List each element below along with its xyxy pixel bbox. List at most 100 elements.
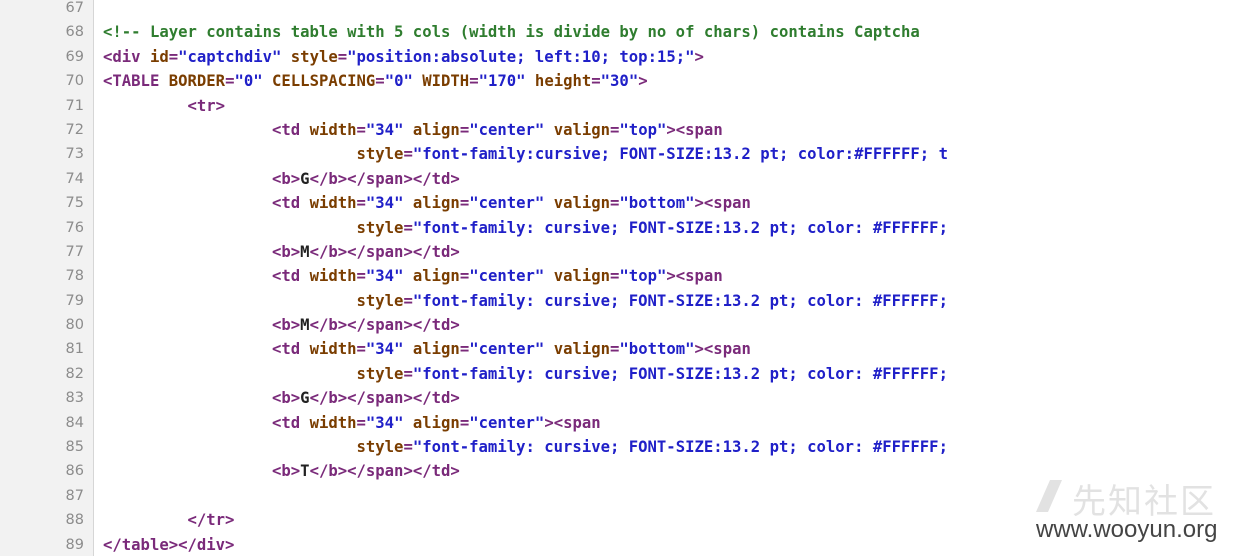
code-line: 86 <b>T</b></span></td> [0, 459, 1250, 483]
code-token: id [149, 47, 169, 66]
code-token: ><span [666, 267, 723, 286]
code-token: </b></span></td> [309, 316, 460, 335]
code-token: BORDER [168, 72, 226, 91]
line-number: 86 [65, 463, 84, 480]
code-line: 71 <tr> [0, 94, 1250, 118]
line-number: 89 [65, 536, 84, 553]
code-text: <td width="34" align="center" valign="to… [103, 118, 723, 142]
code-text: style="font-family: cursive; FONT-SIZE:1… [103, 289, 948, 313]
code-token: <!-- Layer contains table with 5 cols (w… [103, 23, 920, 42]
code-token: width [309, 194, 357, 213]
code-token: <td [272, 340, 310, 359]
code-token: "34" [365, 194, 404, 213]
line-number: 72 [65, 121, 84, 138]
code-token: "34" [365, 340, 404, 359]
code-text: <b>G</b></span></td> [103, 386, 460, 410]
code-token: = [610, 267, 620, 286]
code-token: </b></span></td> [309, 169, 460, 188]
code-token: <td [272, 194, 310, 213]
code-line: 76 style="font-family: cursive; FONT-SIZ… [0, 216, 1250, 240]
code-token: "font-family: cursive; FONT-SIZE:13.2 pt… [412, 438, 948, 457]
code-text: style="font-family: cursive; FONT-SIZE:1… [103, 435, 948, 459]
code-token: </table></div> [103, 535, 235, 554]
code-text: <td width="34" align="center" valign="bo… [103, 337, 751, 361]
code-token: WIDTH [412, 72, 470, 91]
code-token: <TABLE [103, 72, 169, 91]
code-token: = [610, 194, 620, 213]
code-token: ><span [544, 413, 601, 432]
code-token: = [356, 413, 366, 432]
code-token: <b> [272, 169, 301, 188]
code-token: = [459, 194, 470, 213]
code-token: width [309, 340, 357, 359]
code-text: style="font-family: cursive; FONT-SIZE:1… [103, 216, 947, 240]
code-token: = [459, 413, 470, 432]
code-token: "font-family: cursive; FONT-SIZE:13.2 pt… [412, 364, 948, 383]
code-token: <tr> [187, 96, 226, 115]
code-token: <td [272, 267, 310, 286]
code-token: = [403, 218, 413, 237]
line-number: 88 [65, 512, 84, 529]
code-token: = [356, 267, 366, 286]
code-lines: 67 68 <!-- Layer contains table with 5 col… [0, 0, 1250, 556]
line-number: 85 [65, 439, 84, 456]
code-text: <b>G</b></span></td> [103, 167, 460, 191]
line-number: 73 [65, 146, 84, 163]
code-token: valign [544, 340, 611, 359]
code-line: 87 [0, 484, 1250, 508]
code-token: > [694, 47, 704, 66]
code-text: <TABLE BORDER="0" CELLSPACING="0" WIDTH=… [103, 69, 648, 93]
code-token: "font-family: cursive; FONT-SIZE:13.2 pt… [412, 291, 948, 310]
code-text: <b>M</b></span></td> [103, 313, 460, 337]
code-token: </b></span></td> [309, 389, 460, 408]
line-number: 74 [65, 170, 84, 187]
code-text: <!-- Layer contains table with 5 cols (w… [103, 20, 920, 44]
line-number: 71 [65, 97, 84, 114]
code-token: = [403, 438, 413, 457]
code-token: T [300, 462, 310, 481]
code-token: "center" [469, 413, 545, 432]
code-token: "170" [478, 72, 526, 91]
code-text: <b>T</b></span></td> [103, 459, 460, 483]
code-token: style [356, 291, 404, 310]
code-token: = [356, 120, 366, 139]
code-line: 70 <TABLE BORDER="0" CELLSPACING="0" WIDT… [0, 69, 1250, 93]
code-token: "bottom" [619, 340, 695, 359]
code-line: 78 <td width="34" align="center" valign=… [0, 264, 1250, 288]
line-number: 69 [65, 48, 84, 65]
code-text: style="font-family:cursive; FONT-SIZE:13… [103, 142, 947, 166]
code-text: </table></div> [103, 533, 234, 556]
code-token: align [403, 120, 460, 139]
code-token: = [459, 340, 470, 359]
code-text: <td width="34" align="center" valign="bo… [103, 191, 751, 215]
code-line: 81 <td width="34" align="center" valign=… [0, 337, 1250, 361]
code-token: "0" [234, 72, 263, 91]
code-token: </b></span></td> [309, 462, 460, 481]
code-line: 89 </table></div> [0, 533, 1250, 556]
code-token: ><span [694, 194, 751, 213]
code-token: = [356, 194, 366, 213]
code-token: "0" [384, 72, 413, 91]
code-token: = [459, 120, 470, 139]
line-number: 75 [65, 195, 84, 212]
code-token: "30" [600, 72, 639, 91]
code-token: = [591, 72, 601, 91]
line-number: 67 [65, 0, 84, 16]
code-token: style [356, 438, 404, 457]
code-token: align [403, 340, 460, 359]
code-token: <td [272, 120, 310, 139]
code-token: ><span [694, 340, 751, 359]
code-token: </tr> [187, 511, 235, 530]
code-token: M [300, 242, 310, 261]
code-token: style [356, 145, 404, 164]
code-token: G [300, 389, 310, 408]
code-token: <b> [272, 462, 301, 481]
line-number: 83 [65, 390, 84, 407]
